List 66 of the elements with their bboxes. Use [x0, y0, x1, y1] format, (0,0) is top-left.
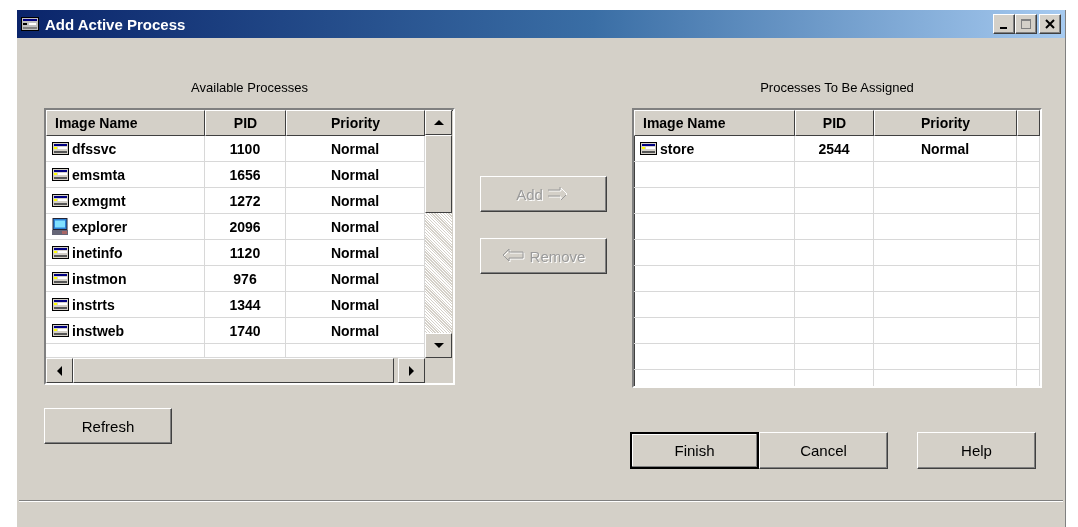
- table-cell: explorer: [46, 214, 205, 240]
- assigned-processes-label: Processes To Be Assigned: [760, 80, 914, 96]
- table-cell: instrts: [46, 292, 205, 318]
- table-cell: store: [634, 136, 795, 162]
- scroll-right-button[interactable]: [398, 358, 425, 383]
- table-cell: 2096: [205, 214, 286, 240]
- close-icon: [1045, 19, 1055, 29]
- table-cell: instmon: [46, 266, 205, 292]
- process-icon: [52, 324, 69, 337]
- table-cell: 1272: [205, 188, 286, 214]
- computer-icon: [52, 217, 69, 236]
- table-cell: 976: [205, 266, 286, 292]
- minimize-button[interactable]: [993, 14, 1015, 34]
- scroll-left-button[interactable]: [46, 358, 73, 383]
- table-cell: Normal: [874, 136, 1017, 162]
- table-cell: [1017, 292, 1040, 318]
- table-cell: 1100: [205, 136, 286, 162]
- table-cell: [1017, 240, 1040, 266]
- column-header[interactable]: [1017, 110, 1040, 136]
- column-header[interactable]: Image Name: [46, 110, 205, 136]
- scrollbar-thumb[interactable]: [73, 358, 394, 383]
- table-cell: 1740: [205, 318, 286, 344]
- column-header[interactable]: PID: [205, 110, 286, 136]
- app-icon: [21, 17, 39, 31]
- column-header[interactable]: Priority: [286, 110, 425, 136]
- process-icon: [52, 298, 69, 311]
- table-cell: [1017, 344, 1040, 370]
- table-cell: dfssvc: [46, 136, 205, 162]
- table-cell: emsmta: [46, 162, 205, 188]
- table-cell: [1017, 266, 1040, 292]
- cancel-button[interactable]: Cancel: [759, 432, 888, 469]
- table-cell: instweb: [46, 318, 205, 344]
- table-cell: 2544: [795, 136, 874, 162]
- window-title: Add Active Process: [45, 15, 186, 33]
- table-cell: [1017, 162, 1040, 188]
- process-icon: [52, 246, 69, 259]
- scrollbar-thumb[interactable]: [425, 135, 452, 213]
- scroll-down-button[interactable]: [425, 333, 452, 358]
- available-processes-label: Available Processes: [191, 80, 308, 96]
- scroll-up-button[interactable]: [425, 110, 452, 135]
- column-header[interactable]: PID: [795, 110, 874, 136]
- finish-button[interactable]: Finish: [630, 432, 759, 469]
- close-button[interactable]: [1039, 14, 1061, 34]
- process-icon: [640, 142, 657, 155]
- process-icon: [52, 272, 69, 285]
- refresh-button[interactable]: Refresh: [44, 408, 172, 444]
- process-icon: [52, 194, 69, 207]
- table-cell: [1017, 136, 1040, 162]
- table-cell: [1017, 188, 1040, 214]
- minimize-icon: [999, 26, 1007, 29]
- horizontal-scrollbar[interactable]: [46, 358, 425, 383]
- table-cell: exmgmt: [46, 188, 205, 214]
- table-cell: 1656: [205, 162, 286, 188]
- column-header[interactable]: Image Name: [634, 110, 795, 136]
- left-arrow-icon: [501, 248, 526, 264]
- maximize-icon: [1021, 19, 1031, 29]
- help-button[interactable]: Help: [917, 432, 1036, 469]
- process-icon: [52, 142, 69, 155]
- column-header[interactable]: Priority: [874, 110, 1017, 136]
- process-icon: [52, 168, 69, 181]
- table-cell: inetinfo: [46, 240, 205, 266]
- table-cell: [1017, 318, 1040, 344]
- table-cell: [1017, 214, 1040, 240]
- table-cell: 1120: [205, 240, 286, 266]
- vertical-scrollbar[interactable]: [425, 110, 452, 358]
- table-cell: 1344: [205, 292, 286, 318]
